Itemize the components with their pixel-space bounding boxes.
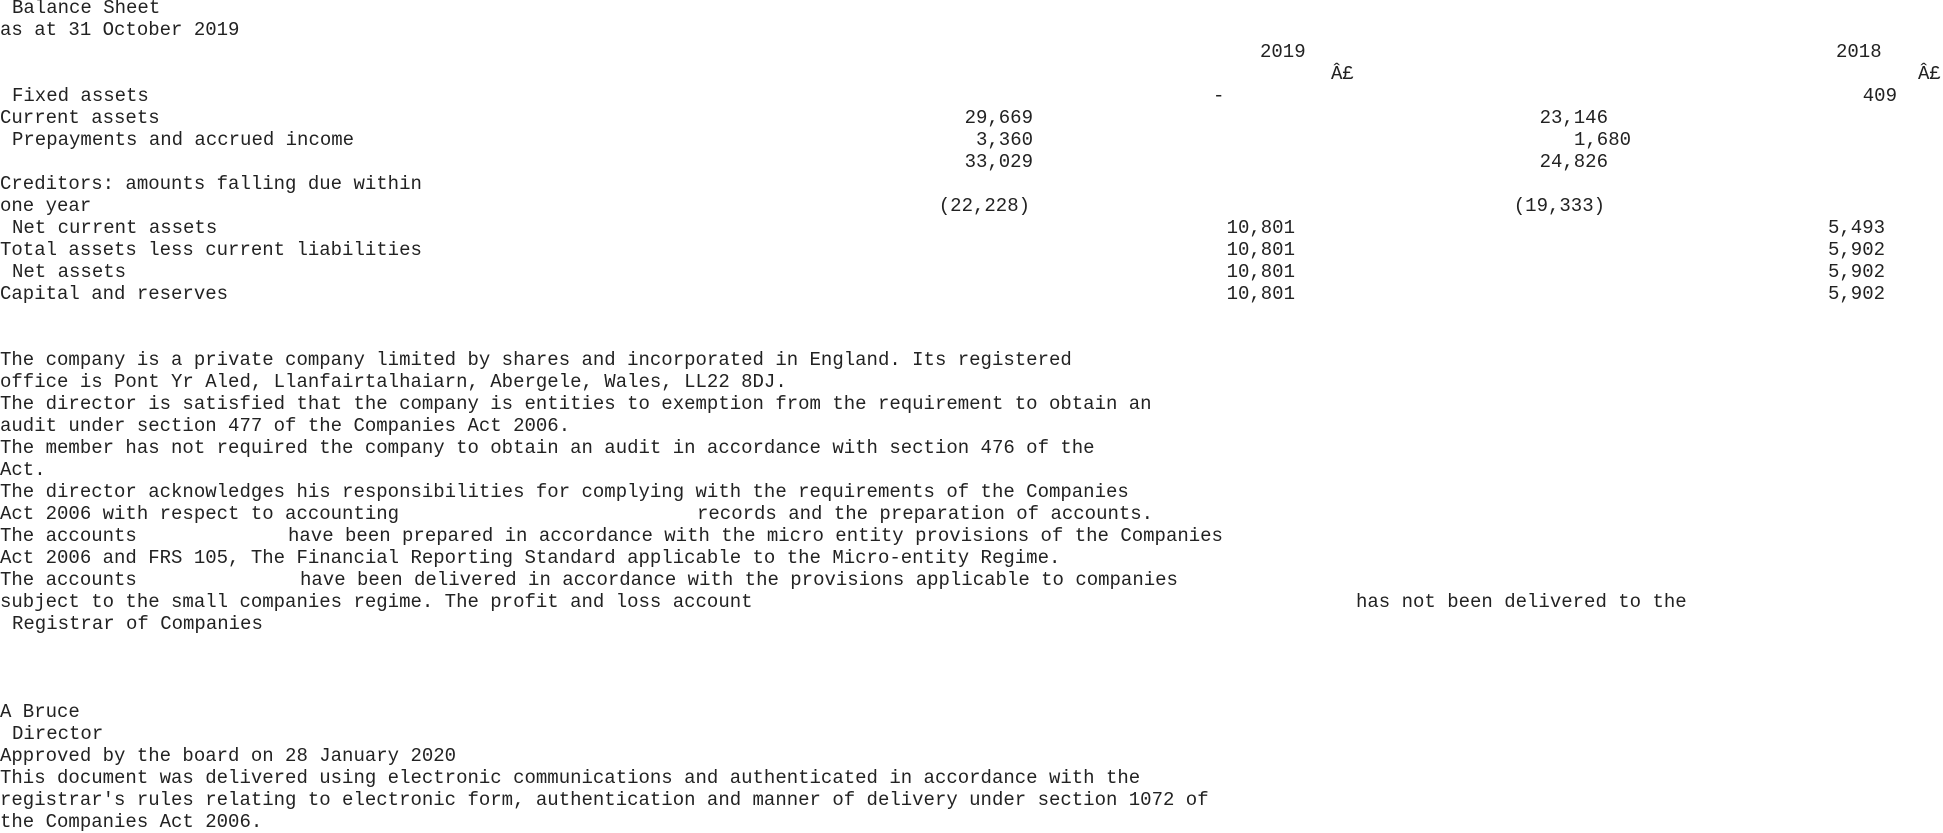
row-label-capital-reserves: Capital and reserves xyxy=(0,283,229,305)
note-member-line1: The member has not required the company … xyxy=(0,437,1095,459)
note-member-line2: Act. xyxy=(0,459,46,481)
note-delivered-line2a: subject to the small companies regime. T… xyxy=(0,591,753,613)
value-current-assets-prior: 23,146 xyxy=(1539,107,1608,129)
row-label-fixed-assets: Fixed assets xyxy=(12,85,149,107)
page-title: Balance Sheet xyxy=(12,0,161,19)
note-delivered-line2b: has not been delivered to the xyxy=(1356,591,1687,613)
note-prepared-line1a: The accounts xyxy=(0,525,137,547)
value-current-subtotal-current: 33,029 xyxy=(964,151,1033,173)
note-responsibilities-line2b: records and the preparation of accounts. xyxy=(697,503,1154,525)
footer-line1: This document was delivered using electr… xyxy=(0,767,1141,789)
value-net-assets-current: 10,801 xyxy=(1226,261,1295,283)
value-capital-reserves-current: 10,801 xyxy=(1226,283,1295,305)
value-current-subtotal-prior: 24,826 xyxy=(1539,151,1608,173)
note-responsibilities-line2a: Act 2006 with respect to accounting xyxy=(0,503,400,525)
note-responsibilities-line1: The director acknowledges his responsibi… xyxy=(0,481,1129,503)
value-fixed-assets-current: - xyxy=(1213,85,1225,107)
note-company-line1: The company is a private company limited… xyxy=(0,349,1072,371)
value-prepayments-prior: 1,680 xyxy=(1573,129,1631,151)
value-net-current-assets-current: 10,801 xyxy=(1226,217,1295,239)
row-label-prepayments: Prepayments and accrued income xyxy=(12,129,355,151)
footer-line2: registrar's rules relating to electronic… xyxy=(0,789,1209,811)
footer-line3: the Companies Act 2006. xyxy=(0,811,263,833)
value-prepayments-current: 3,360 xyxy=(975,129,1033,151)
value-creditors-prior: (19,333) xyxy=(1513,195,1605,217)
value-capital-reserves-prior: 5,902 xyxy=(1827,283,1885,305)
row-label-total-assets-less-cl: Total assets less current liabilities xyxy=(0,239,422,261)
row-label-net-assets: Net assets xyxy=(12,261,127,283)
value-current-assets-current: 29,669 xyxy=(964,107,1033,129)
value-total-assets-less-cl-current: 10,801 xyxy=(1226,239,1295,261)
note-exemption-line2: audit under section 477 of the Companies… xyxy=(0,415,571,437)
note-delivered-line3: Registrar of Companies xyxy=(12,613,263,635)
note-prepared-line2: Act 2006 and FRS 105, The Financial Repo… xyxy=(0,547,1061,569)
column-year-current: 2019 xyxy=(1260,41,1306,63)
note-exemption-line1: The director is satisfied that the compa… xyxy=(0,393,1152,415)
column-year-prior: 2018 xyxy=(1836,41,1882,63)
value-total-assets-less-cl-prior: 5,902 xyxy=(1827,239,1885,261)
row-label-creditors-line1: Creditors: amounts falling due within xyxy=(0,173,422,195)
value-net-current-assets-prior: 5,493 xyxy=(1827,217,1885,239)
note-delivered-line1b: have been delivered in accordance with t… xyxy=(300,569,1178,591)
currency-label-prior: Â£ xyxy=(1918,63,1941,85)
value-fixed-assets-prior: 409 xyxy=(1862,85,1897,107)
row-label-current-assets: Current assets xyxy=(0,107,160,129)
balance-sheet-date: as at 31 October 2019 xyxy=(0,19,240,41)
signatory-name: A Bruce xyxy=(0,701,80,723)
value-creditors-current: (22,228) xyxy=(938,195,1030,217)
note-delivered-line1a: The accounts xyxy=(0,569,137,591)
note-company-line2: office is Pont Yr Aled, Llanfairtalhaiar… xyxy=(0,371,787,393)
value-net-assets-prior: 5,902 xyxy=(1827,261,1885,283)
signatory-role: Director xyxy=(12,723,104,745)
currency-label-current: Â£ xyxy=(1331,63,1354,85)
row-label-creditors-line2: one year xyxy=(0,195,92,217)
note-prepared-line1b: have been prepared in accordance with th… xyxy=(288,525,1223,547)
approval-date: Approved by the board on 28 January 2020 xyxy=(0,745,457,767)
row-label-net-current-assets: Net current assets xyxy=(12,217,218,239)
